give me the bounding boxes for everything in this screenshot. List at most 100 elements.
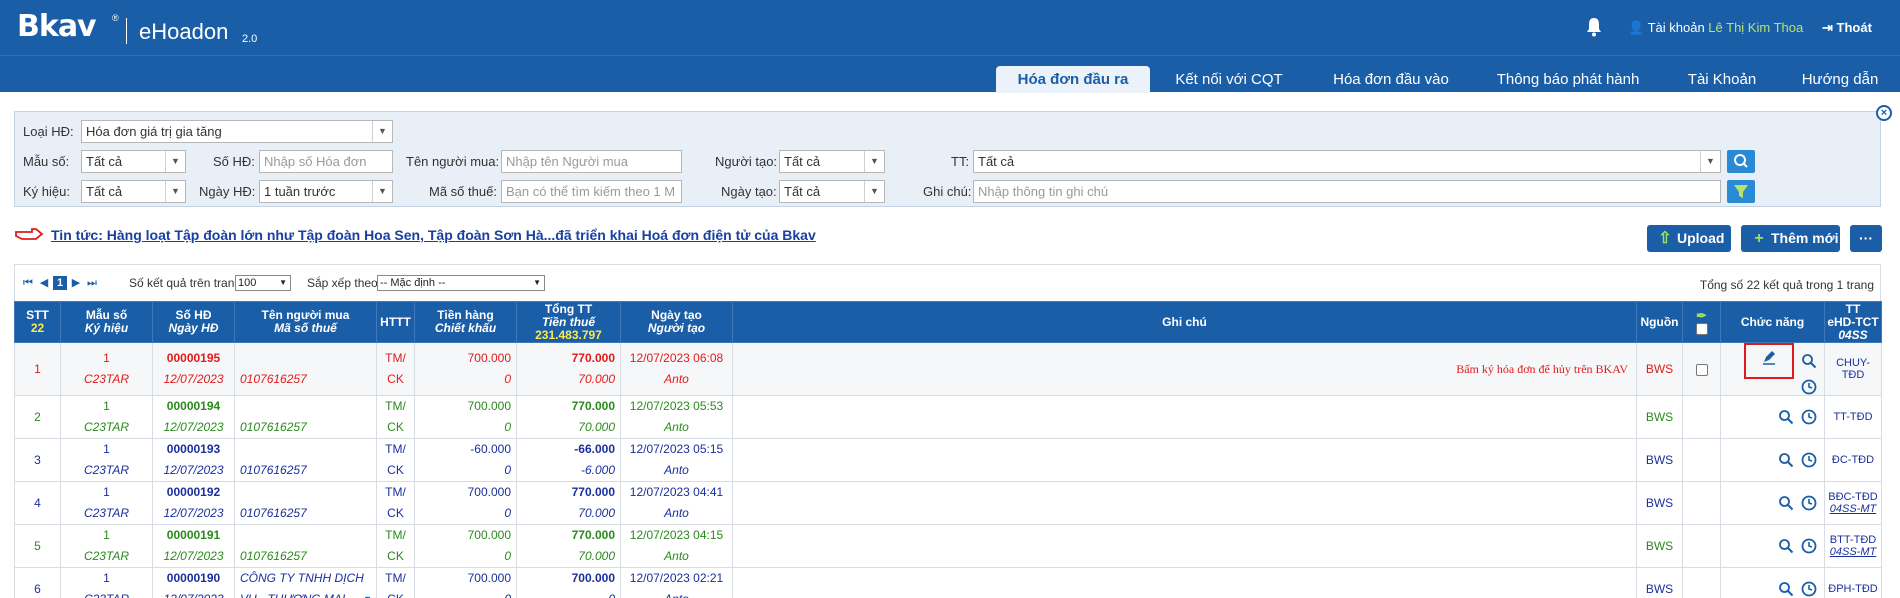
stt-cell: 3 (14, 438, 61, 482)
news-link[interactable]: Tin tức: Hàng loạt Tập đoàn lớn như Tập … (51, 227, 816, 243)
close-filter-icon[interactable]: × (1876, 105, 1892, 121)
ghi-chu-input[interactable]: Nhập thông tin ghi chú (973, 180, 1721, 203)
select-all-checkbox[interactable] (1695, 322, 1708, 335)
ma-so-thue-input[interactable]: Bạn có thể tìm kiếm theo 1 M (501, 180, 682, 203)
payment-method: TM/ (385, 485, 406, 499)
tt-status[interactable]: BTT-TĐD (1825, 534, 1881, 546)
source-cell: BWS (1636, 481, 1683, 525)
created-at: 12/07/2023 02:21 (629, 571, 724, 585)
tab-hoa-don-dau-ra[interactable]: Hóa đơn đầu ra (996, 66, 1150, 93)
per-page-select[interactable]: 100 ▼ (235, 275, 291, 291)
last-page-icon[interactable]: ⏭ (85, 276, 99, 290)
table-row[interactable]: 4 1 C23TAR 00000192 12/07/2023 010761625… (14, 481, 1882, 525)
view-icon[interactable] (1778, 452, 1794, 468)
bkav-logo[interactable]: Bkav (17, 9, 97, 44)
loai-hd-select[interactable]: Hóa đơn giá trị gia tăng ▼ (81, 120, 393, 143)
logout-button[interactable]: ⇥ Thoát (1822, 20, 1872, 36)
so-hd-input[interactable]: Nhập số Hóa đơn (259, 150, 393, 173)
col-ngay-tao: Ngày tạo Người tạo (620, 301, 733, 343)
tab-thong-bao-phat-hanh[interactable]: Thông báo phát hành (1484, 66, 1652, 93)
total-cell: 770.000 (571, 485, 615, 499)
source-cell: BWS (1636, 342, 1683, 396)
account-info[interactable]: 👤 Tài khoản Lê Thị Kim Thoa (1628, 20, 1803, 36)
view-icon[interactable] (1801, 353, 1817, 369)
view-icon[interactable] (1778, 581, 1794, 597)
tt-status[interactable]: ĐC-TĐD (1825, 454, 1881, 466)
ngay-hd-value: 1 tuần trước (264, 184, 336, 199)
account-name[interactable]: Lê Thị Kim Thoa (1708, 20, 1803, 35)
ten-nguoi-mua-input[interactable]: Nhập tên Người mua (501, 150, 682, 173)
note-cell (732, 438, 1637, 482)
tab-tai-khoan[interactable]: Tài Khoản (1672, 66, 1772, 93)
tt-status[interactable]: CHUY-TĐD (1825, 357, 1881, 381)
amount-cell: 700.000 (467, 528, 511, 542)
tab-huong-dan[interactable]: Hướng dẫn (1788, 66, 1892, 93)
invoice-number[interactable]: 00000190 (153, 568, 234, 589)
table-row[interactable]: 6 1 C23TAR 00000190 12/07/2023 CÔNG TY T… (14, 567, 1882, 598)
table-row[interactable]: 1 1 C23TAR 00000195 12/07/2023 010761625… (14, 342, 1882, 396)
col-ten-nguoi-mua: Tên người mua Mã số thuế (234, 301, 377, 343)
tab-ket-noi-cqt[interactable]: Kết nối với CQT (1158, 66, 1300, 93)
filter-button[interactable] (1727, 180, 1755, 203)
invoice-number[interactable]: 00000193 (153, 439, 234, 460)
history-clock-icon[interactable] (1801, 538, 1817, 554)
tt-status[interactable]: TT-TĐD (1825, 411, 1881, 423)
history-clock-icon[interactable] (1801, 495, 1817, 511)
select-cell (1682, 395, 1721, 439)
history-clock-icon[interactable] (1801, 409, 1817, 425)
tab-hoa-don-dau-vao[interactable]: Hóa đơn đầu vào (1318, 66, 1464, 93)
tt-status[interactable]: BĐC-TĐD (1825, 491, 1881, 503)
ngay-tao-select[interactable]: Tất cả ▼ (779, 180, 885, 203)
invoice-date: 12/07/2023 (163, 549, 224, 563)
tt-04ss-link[interactable]: 04SS-MT (1825, 546, 1881, 558)
table-row[interactable]: 2 1 C23TAR 00000194 12/07/2023 010761625… (14, 395, 1882, 439)
history-clock-icon[interactable] (1801, 379, 1817, 395)
actions-cell (1720, 438, 1825, 482)
next-page-icon[interactable]: ▶ (69, 276, 83, 290)
sort-select[interactable]: -- Mặc định -- ▼ (377, 275, 545, 291)
more-options-button[interactable]: ··· (1850, 225, 1882, 252)
history-clock-icon[interactable] (1801, 581, 1817, 597)
tt-04ss-link[interactable]: 04SS-MT (1825, 503, 1881, 515)
amount-cell: 700.000 (467, 571, 511, 585)
ngay-hd-select[interactable]: 1 tuần trước ▼ (259, 180, 393, 203)
view-icon[interactable] (1778, 538, 1794, 554)
ky-hieu-select[interactable]: Tất cả ▼ (81, 180, 186, 203)
mau-so-select[interactable]: Tất cả ▼ (81, 150, 186, 173)
add-new-button[interactable]: + Thêm mới (1741, 225, 1840, 252)
notification-bell-icon[interactable] (1585, 17, 1603, 37)
sign-invoice-button[interactable] (1743, 343, 1794, 379)
upload-label: Upload (1677, 230, 1725, 246)
ngay-hd-label: Ngày HĐ: (199, 184, 256, 199)
created-at: 12/07/2023 06:08 (629, 351, 724, 365)
pointing-hand-icon (15, 228, 44, 240)
invoice-number[interactable]: 00000195 (153, 348, 234, 369)
table-row[interactable]: 3 1 C23TAR 00000193 12/07/2023 010761625… (14, 438, 1882, 482)
first-page-icon[interactable]: ⏮ (21, 276, 35, 290)
prev-page-icon[interactable]: ◀ (37, 276, 51, 290)
expand-arrow-icon[interactable]: ▼ (363, 594, 372, 598)
invoice-date: 12/07/2023 (163, 463, 224, 477)
view-icon[interactable] (1778, 495, 1794, 511)
invoice-number[interactable]: 00000194 (153, 396, 234, 417)
upload-button[interactable]: ⇧ Upload (1647, 225, 1731, 252)
nguoi-tao-select[interactable]: Tất cả ▼ (779, 150, 885, 173)
tt-status[interactable]: ĐPH-TĐD (1825, 583, 1881, 595)
tt-select[interactable]: Tất cả ▼ (973, 150, 1721, 173)
col-ghi-chu: Ghi chú (732, 301, 1637, 343)
history-clock-icon[interactable] (1801, 452, 1817, 468)
chevron-down-icon: ▼ (864, 181, 884, 202)
note-cell (732, 524, 1637, 568)
mau-so-cell: 1 (103, 399, 110, 413)
invoice-number[interactable]: 00000192 (153, 482, 234, 503)
invoice-number[interactable]: 00000191 (153, 525, 234, 546)
created-at: 12/07/2023 04:41 (629, 485, 724, 499)
stt-cell: 2 (14, 395, 61, 439)
ky-hieu-value: Tất cả (86, 184, 123, 199)
stt-cell: 1 (14, 342, 61, 396)
row-checkbox[interactable] (1695, 363, 1708, 376)
current-page[interactable]: 1 (53, 276, 67, 290)
view-icon[interactable] (1778, 409, 1794, 425)
table-row[interactable]: 5 1 C23TAR 00000191 12/07/2023 010761625… (14, 524, 1882, 568)
search-button[interactable] (1727, 150, 1755, 173)
